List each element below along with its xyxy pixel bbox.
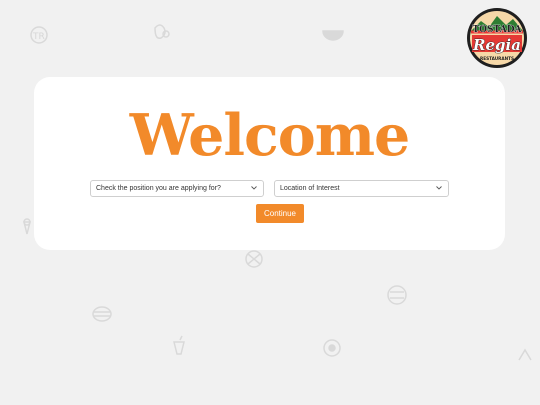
taco-icon — [518, 348, 532, 361]
tostada-regia-logo: TOSTADA Regia RESTAURANTS — [467, 8, 527, 68]
logo-sub-text: RESTAURANTS — [480, 56, 514, 61]
ice-cream-icon — [23, 218, 31, 235]
plate-icon — [387, 285, 407, 305]
drink-icon — [173, 335, 185, 355]
chevron-down-icon — [436, 186, 442, 190]
continue-button[interactable]: Continue — [256, 204, 304, 223]
welcome-card: Welcome Check the position you are apply… — [34, 77, 505, 250]
position-select-value: Check the position you are applying for? — [96, 185, 221, 192]
position-select[interactable]: Check the position you are applying for? — [90, 180, 264, 197]
location-select[interactable]: Location of Interest — [274, 180, 449, 197]
tr-badge-icon: TR — [30, 26, 48, 44]
donut-icon — [323, 339, 341, 357]
chevron-down-icon — [251, 186, 257, 190]
pizza-icon — [245, 250, 263, 268]
location-select-value: Location of Interest — [280, 185, 340, 192]
burger-icon — [92, 306, 112, 322]
logo-top-text: TOSTADA — [472, 25, 522, 35]
logo-main-text: Regia — [472, 36, 521, 54]
bowl-icon — [322, 30, 344, 41]
welcome-heading: Welcome — [129, 102, 411, 169]
pepper-icon — [154, 24, 170, 40]
svg-text:TR: TR — [32, 32, 45, 42]
